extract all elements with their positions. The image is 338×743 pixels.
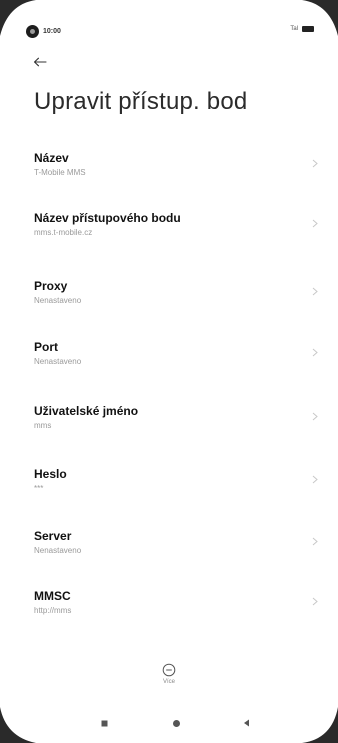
setting-label: MMSC [34,589,71,603]
battery-icon [302,26,314,32]
more-circle-icon [162,663,176,677]
setting-value: http://mms [34,606,72,615]
recents-button[interactable] [94,713,114,733]
setting-row-mmsc[interactable]: MMSC http://mms [0,583,338,639]
phone-screen: 10:00 Tal Upravit přístup. bod Název T-M… [0,0,338,743]
chevron-right-icon [310,471,320,487]
setting-label: Heslo [34,467,67,481]
setting-row-proxy[interactable]: Proxy Nenastaveno [0,273,338,329]
setting-value: T-Mobile MMS [34,168,86,177]
setting-label: Proxy [34,279,68,293]
setting-label: Uživatelské jméno [34,404,139,418]
chevron-right-icon [310,155,320,171]
signal-icon: Tal [290,26,298,32]
home-button[interactable] [166,713,186,733]
setting-row-password[interactable]: Heslo *** [0,461,338,517]
setting-label: Port [34,340,58,354]
arrow-left-icon [33,57,47,67]
setting-label: Název přístupového bodu [34,211,181,225]
status-bar: 10:00 Tal [0,0,338,52]
setting-value: *** [34,484,44,493]
setting-row-server[interactable]: Server Nenastaveno [0,523,338,579]
circle-icon [172,719,180,727]
chevron-right-icon [310,593,320,609]
setting-value: Nenastaveno [34,357,82,366]
nav-back-button[interactable] [236,713,256,733]
chevron-right-icon [310,533,320,549]
setting-row-port[interactable]: Port Nenastaveno [0,334,338,390]
setting-row-username[interactable]: Uživatelské jméno mms [0,398,338,454]
more-button[interactable]: Více [149,663,189,699]
setting-value: Nenastaveno [34,546,82,555]
setting-row-apn[interactable]: Název přístupového bodu mms.t-mobile.cz [0,205,338,261]
chevron-right-icon [310,283,320,299]
setting-value: Nenastaveno [34,296,82,305]
back-button[interactable] [29,51,51,73]
chevron-right-icon [310,344,320,360]
setting-value: mms [34,421,52,430]
status-left: 10:00 [26,25,61,38]
square-icon [101,720,107,726]
status-time: 10:00 [43,28,61,35]
status-right: Tal [290,26,314,32]
chevron-right-icon [310,408,320,424]
chevron-right-icon [310,215,320,231]
navigation-bar [0,701,338,743]
camera-cutout-icon [26,25,39,38]
triangle-back-icon [243,719,249,727]
setting-label: Název [34,151,69,165]
setting-row-nazev[interactable]: Název T-Mobile MMS [0,145,338,201]
setting-label: Server [34,529,72,543]
setting-value: mms.t-mobile.cz [34,228,93,237]
more-label: Více [162,679,175,685]
page-title: Upravit přístup. bod [34,88,248,115]
